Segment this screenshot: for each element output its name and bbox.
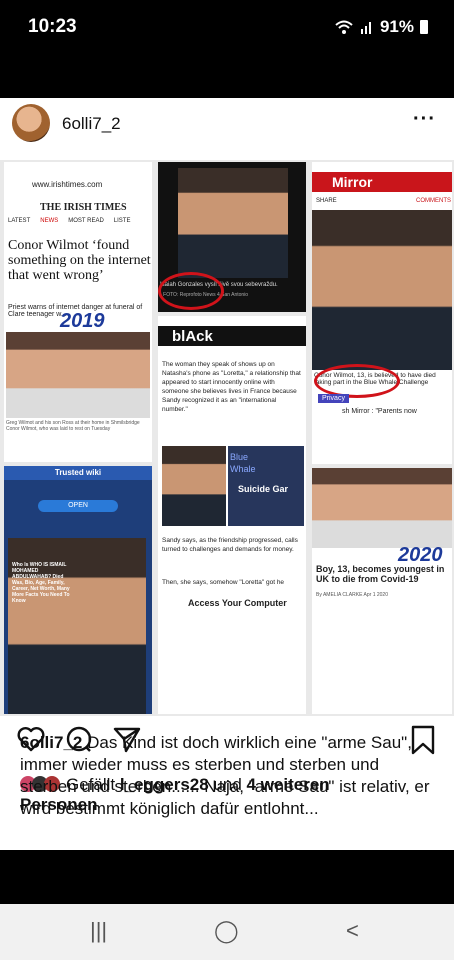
mirror-comments: COMMENTS (416, 198, 451, 204)
browser-url: www.irishtimes.com (32, 180, 103, 189)
trusted-open-button: OPEN (38, 500, 118, 512)
status-icons: 91% (334, 17, 428, 37)
irish-tab: LISTE (113, 218, 131, 224)
mirror-screenshot: Mirror SHARE COMMENTS Conor Wilmot, 13, … (312, 162, 452, 464)
black-photo (162, 446, 226, 526)
more-options-icon[interactable]: ··· (413, 108, 436, 131)
instagram-post: 6olli7_2 ··· www.irishtimes.com THE IRIS… (0, 98, 454, 850)
mirror-byline: By AMELIA CLARKE Apr 1 2020 (316, 592, 388, 598)
post-username[interactable]: 6olli7_2 (62, 114, 121, 134)
mirror-logo: Mirror (332, 174, 373, 190)
red-circle-annotation (314, 364, 400, 398)
system-nav-bar: ||| ◯ < (0, 904, 454, 960)
irish-tabs: LATEST NEWS MOST READ LISTE (8, 218, 130, 224)
caption-text: Das Kind ist doch wirklich eine "arme Sa… (20, 733, 430, 818)
overlay-blue: Blue (230, 452, 249, 462)
black-text3: Then, she says, somehow "Loretta" got he (162, 579, 285, 586)
irish-photo-caption: Greg Wilmot and his son Ross at their ho… (6, 420, 140, 432)
black-news-screenshot: blAck The woman they speak of shows up o… (158, 316, 306, 714)
irish-masthead: THE IRISH TIMES (40, 202, 127, 213)
black-logo: blAck (172, 328, 213, 345)
blue-whale-graphic: Blue Whale Suicide Gar (228, 446, 304, 526)
back-button[interactable]: < (346, 918, 359, 944)
home-button[interactable]: ◯ (214, 918, 239, 944)
black-text2: Sandy says, as the friendship progressed… (162, 537, 298, 553)
battery-percent: 91% (379, 17, 414, 36)
mirror-share: SHARE (316, 198, 337, 204)
trusted-wiki-screenshot: Trusted wiki OPEN Who Is WHO IS ISMAIL M… (4, 466, 152, 714)
status-bar: 10:23 91% (0, 0, 454, 60)
mirror-privacy: Privacy (318, 394, 349, 403)
avatar[interactable] (12, 104, 50, 142)
czech-photo (178, 168, 288, 278)
post-image[interactable]: www.irishtimes.com THE IRISH TIMES LATES… (0, 160, 454, 716)
irish-times-screenshot: www.irishtimes.com THE IRISH TIMES LATES… (4, 162, 152, 462)
overlay-whale: Whale (230, 464, 256, 474)
irish-tab: NEWS (40, 218, 59, 224)
wifi-icon (335, 20, 353, 34)
red-circle-annotation (158, 272, 224, 310)
mirror-source: sh Mirror : "Parents now (342, 408, 417, 415)
black-text1: The woman they speak of shows up on Nata… (162, 361, 301, 413)
mirror-photo (312, 210, 452, 370)
mirror-covid-headline: Boy, 13, becomes youngest in UK to die f… (316, 564, 445, 584)
irish-headline: Conor Wilmot ‘found something on the int… (8, 238, 151, 283)
caption-username[interactable]: 6olli7_2 (20, 733, 82, 752)
overlay-suicide: Suicide Gar (238, 484, 289, 494)
status-time: 10:23 (28, 16, 77, 37)
black-link: Access Your Computer (188, 598, 287, 608)
trusted-caption: Who Is WHO IS ISMAIL MOHAMED ABDULWAHAB?… (12, 562, 70, 604)
recent-apps-button[interactable]: ||| (90, 918, 107, 944)
irish-handnote: 2019 (60, 310, 105, 332)
czech-video-screenshot: Isaiah Gonzales vysíl živě svou sebevraž… (158, 162, 306, 312)
post-caption: 6olli7_2 Das Kind ist doch wirklich eine… (20, 732, 440, 820)
mirror-covid-screenshot: 2020 Boy, 13, becomes youngest in UK to … (312, 468, 452, 714)
irish-tab: LATEST (8, 218, 31, 224)
irish-photo (6, 332, 150, 418)
mirror-covid-photo (312, 468, 452, 548)
battery-icon (420, 20, 428, 34)
post-header: 6olli7_2 ··· (0, 98, 454, 150)
irish-tab: MOST READ (68, 218, 104, 224)
signal-icon (360, 22, 371, 34)
trusted-title: Trusted wiki (4, 466, 152, 480)
